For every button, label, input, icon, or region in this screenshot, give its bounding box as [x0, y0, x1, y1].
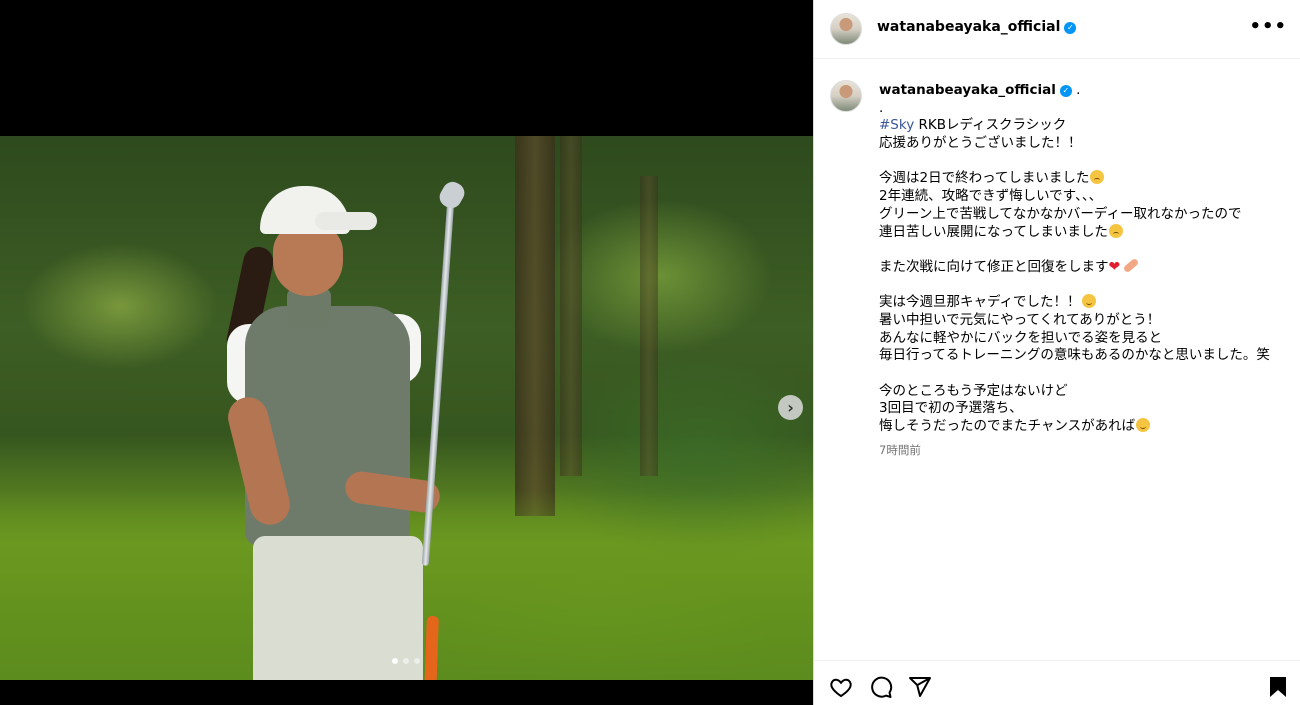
comment-icon — [871, 676, 893, 698]
verified-badge-icon: ✓ — [1064, 22, 1077, 34]
verified-badge-icon: ✓ — [1059, 85, 1072, 97]
chevron-right-icon: › — [787, 398, 794, 417]
post-photo — [0, 136, 813, 680]
bookmark-icon — [1270, 677, 1286, 697]
hashtag-link[interactable]: #Sky — [879, 117, 914, 133]
carousel-dot — [403, 658, 409, 664]
carousel-indicator — [392, 658, 420, 664]
post-header: watanabeayaka_official ✓ ••• — [814, 0, 1300, 59]
post-actions-bar — [814, 660, 1300, 705]
carousel-dot — [414, 658, 420, 664]
post-side-panel: watanabeayaka_official ✓ ••• watanabeayak… — [813, 0, 1300, 705]
smiling-face-icon — [1136, 418, 1151, 433]
bandage-icon — [1122, 257, 1140, 274]
share-icon — [909, 677, 931, 697]
sad-face-icon — [1090, 170, 1105, 185]
avatar[interactable] — [830, 80, 862, 112]
caption-username[interactable]: watanabeayaka_official — [879, 82, 1056, 98]
red-heart-icon: ❤ — [1108, 258, 1121, 275]
instagram-post-viewer: › watanabeayaka_official ✓ ••• watanabeay… — [0, 0, 1300, 705]
more-icon: ••• — [1249, 16, 1287, 37]
caption-body: watanabeayaka_official ✓ . . #Sky RKBレディス… — [879, 82, 1299, 459]
golfer-figure — [223, 176, 469, 680]
post-timestamp[interactable]: 7時間前 — [879, 442, 1299, 460]
post-media: › — [0, 0, 813, 705]
carousel-next-button[interactable]: › — [778, 395, 803, 420]
carousel-dot — [392, 658, 398, 664]
header-username[interactable]: watanabeayaka_official ✓ — [877, 19, 1077, 35]
heart-icon — [830, 678, 852, 698]
more-options-button[interactable]: ••• — [1249, 16, 1287, 37]
avatar[interactable] — [830, 13, 862, 45]
share-button[interactable] — [908, 675, 934, 701]
upside-down-face-icon — [1081, 294, 1096, 309]
sad-face-icon — [1108, 223, 1123, 238]
save-button[interactable] — [1266, 675, 1292, 701]
like-button[interactable] — [829, 675, 855, 701]
comment-button[interactable] — [869, 675, 895, 701]
